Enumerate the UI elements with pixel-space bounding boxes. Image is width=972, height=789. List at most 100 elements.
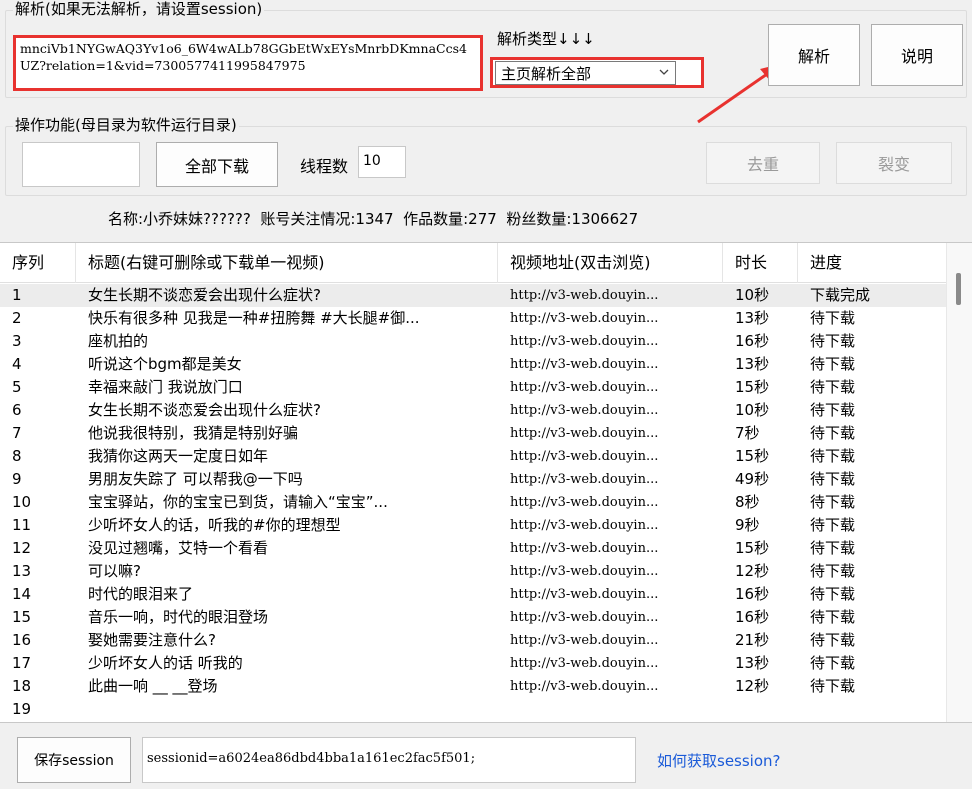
cell-duration: 15秒 [735, 378, 770, 396]
parse-type-label: 解析类型↓↓↓ [497, 30, 595, 48]
download-all-button[interactable]: 全部下载 [156, 142, 278, 187]
cell-duration: 21秒 [735, 631, 770, 649]
cell-title: 少听坏女人的话 听我的 [88, 654, 243, 672]
header-duration[interactable]: 时长 [723, 243, 798, 283]
header-url[interactable]: 视频地址(双击浏览) [498, 243, 723, 283]
header-index[interactable]: 序列 [0, 243, 76, 283]
table-row[interactable]: 19 [0, 698, 946, 721]
chevron-down-icon [659, 69, 669, 75]
table-row[interactable]: 18 此曲一响 __ __登场 http://v3-web.douyin... 12秒… [0, 675, 946, 698]
table-row[interactable]: 7 他说我很特别，我猜是特别好骗 http://v3-web.douyin... 7秒… [0, 422, 946, 445]
cell-index: 11 [12, 516, 32, 534]
cell-duration: 15秒 [735, 447, 770, 465]
cell-progress: 待下载 [810, 539, 856, 557]
table-row[interactable]: 1 女生长期不谈恋爱会出现什么症状? http://v3-web.douyin...… [0, 284, 946, 307]
ops-group-title: 操作功能(母目录为软件运行目录) [13, 116, 239, 134]
cell-url: http://v3-web.douyin... [510, 472, 659, 487]
cell-progress: 待下载 [810, 378, 856, 396]
cell-title: 我猜你这两天一定度日如年 [88, 447, 269, 465]
cell-url: http://v3-web.douyin... [510, 403, 659, 418]
cell-index: 16 [12, 631, 32, 649]
cell-title: 此曲一响 __ __登场 [88, 677, 218, 695]
table-row[interactable]: 5 幸福来敲门 我说放门口 http://v3-web.douyin... 15秒 待下… [0, 376, 946, 399]
parse-button[interactable]: 解析 [768, 24, 860, 86]
table-row[interactable]: 8 我猜你这两天一定度日如年 http://v3-web.douyin... 15秒 待… [0, 445, 946, 468]
cell-url: http://v3-web.douyin... [510, 426, 659, 441]
cell-progress: 待下载 [810, 447, 856, 465]
cell-index: 8 [12, 447, 22, 465]
cell-url: http://v3-web.douyin... [510, 610, 659, 625]
cell-index: 4 [12, 355, 22, 373]
cell-progress [798, 698, 946, 721]
table-row[interactable]: 9 男朋友失踪了 可以帮我@一下吗 http://v3-web.douyin... 4… [0, 468, 946, 491]
cell-progress: 待下载 [810, 677, 856, 695]
cell-progress: 待下载 [810, 631, 856, 649]
cell-progress: 待下载 [810, 493, 856, 511]
cell-url: http://v3-web.douyin... [510, 311, 659, 326]
table-row[interactable]: 14 时代的眼泪来了 http://v3-web.douyin... 16秒 待下载 [0, 583, 946, 606]
cell-url: http://v3-web.douyin... [510, 288, 659, 303]
cell-progress: 待下载 [810, 585, 856, 603]
cell-duration: 15秒 [735, 539, 770, 557]
cell-url: http://v3-web.douyin... [510, 495, 659, 510]
cell-title: 座机拍的 [88, 332, 149, 350]
cell-index: 6 [12, 401, 22, 419]
table-row[interactable]: 2 快乐有很多种 见我是一种#扭胯舞 #大长腿#御... http://v3-web… [0, 307, 946, 330]
cell-progress: 待下载 [810, 355, 856, 373]
vertical-scrollbar[interactable] [946, 243, 972, 722]
help-button[interactable]: 说明 [871, 24, 963, 86]
cell-progress: 待下载 [810, 332, 856, 350]
session-value: sessionid=a6024ea86dbd4bba1a161ec2fac5f5… [147, 751, 476, 766]
cell-url: http://v3-web.douyin... [510, 679, 659, 694]
parse-type-selected: 主页解析全部 [501, 64, 592, 83]
url-input[interactable]: mnciVb1NYGwAQ3Yv1o6_6W4wALb78GGbEtWxEYsM… [13, 35, 483, 91]
table-header: 序列 标题(右键可删除或下载单一视频) 视频地址(双击浏览) 时长 进度 [0, 243, 946, 283]
cell-duration: 13秒 [735, 355, 770, 373]
cell-title: 没见过翘嘴，艾特一个看看 [88, 539, 269, 557]
table-row[interactable]: 11 少听坏女人的话，听我的#你的理想型 http://v3-web.douyin.… [0, 514, 946, 537]
cell-index: 2 [12, 309, 22, 327]
cell-duration: 7秒 [735, 424, 760, 442]
cell-index: 7 [12, 424, 22, 442]
cell-title: 宝宝驿站，你的宝宝已到货，请输入“宝宝”... [88, 493, 388, 511]
table-row[interactable]: 6 女生长期不谈恋爱会出现什么症状? http://v3-web.douyin...… [0, 399, 946, 422]
save-session-button[interactable]: 保存session [17, 737, 131, 783]
header-progress[interactable]: 进度 [798, 243, 946, 283]
session-input[interactable]: sessionid=a6024ea86dbd4bba1a161ec2fac5f5… [142, 737, 636, 783]
split-button[interactable]: 裂变 [836, 142, 952, 184]
video-table: 序列 标题(右键可删除或下载单一视频) 视频地址(双击浏览) 时长 进度 1 女生… [0, 242, 972, 723]
cell-index: 10 [12, 493, 32, 511]
table-row[interactable]: 13 可以嘛? http://v3-web.douyin... 12秒 待下载 [0, 560, 946, 583]
cell-title [76, 698, 498, 721]
cell-index: 13 [12, 562, 32, 580]
cell-url: http://v3-web.douyin... [510, 518, 659, 533]
session-help-link[interactable]: 如何获取session? [657, 750, 781, 771]
cell-title: 他说我很特别，我猜是特别好骗 [88, 424, 299, 442]
account-info: 名称:小乔妹妹?????? 账号关注情况:1347 作品数量:277 粉丝数量:… [108, 210, 639, 228]
table-row[interactable]: 15 音乐一响，时代的眼泪登场 http://v3-web.douyin... 16秒… [0, 606, 946, 629]
parse-type-select[interactable]: 主页解析全部 [495, 61, 676, 85]
table-body: 1 女生长期不谈恋爱会出现什么症状? http://v3-web.douyin...… [0, 284, 946, 721]
cell-url: http://v3-web.douyin... [510, 656, 659, 671]
header-title[interactable]: 标题(右键可删除或下载单一视频) [76, 243, 498, 283]
cell-progress: 待下载 [810, 562, 856, 580]
cell-url: http://v3-web.douyin... [510, 334, 659, 349]
table-row[interactable]: 3 座机拍的 http://v3-web.douyin... 16秒 待下载 [0, 330, 946, 353]
cell-title: 男朋友失踪了 可以帮我@一下吗 [88, 470, 303, 488]
table-row[interactable]: 12 没见过翘嘴，艾特一个看看 http://v3-web.douyin... 15秒… [0, 537, 946, 560]
cell-url: http://v3-web.douyin... [510, 587, 659, 602]
table-row[interactable]: 10 宝宝驿站，你的宝宝已到货，请输入“宝宝”... http://v3-web.d… [0, 491, 946, 514]
threads-input[interactable]: 10 [358, 146, 406, 178]
cell-progress: 待下载 [810, 654, 856, 672]
cell-progress: 待下载 [810, 608, 856, 626]
cell-index: 19 [12, 700, 32, 718]
path-input[interactable] [22, 142, 140, 187]
table-row[interactable]: 17 少听坏女人的话 听我的 http://v3-web.douyin... 13秒 待… [0, 652, 946, 675]
cell-duration: 10秒 [735, 401, 770, 419]
cell-title: 少听坏女人的话，听我的#你的理想型 [88, 516, 341, 534]
dedupe-button[interactable]: 去重 [706, 142, 820, 184]
table-row[interactable]: 16 娶她需要注意什么? http://v3-web.douyin... 21秒 待下载 [0, 629, 946, 652]
table-row[interactable]: 4 听说这个bgm都是美女 http://v3-web.douyin... 13秒 待下… [0, 353, 946, 376]
scrollbar-thumb[interactable] [956, 273, 961, 305]
cell-url: http://v3-web.douyin... [510, 357, 659, 372]
